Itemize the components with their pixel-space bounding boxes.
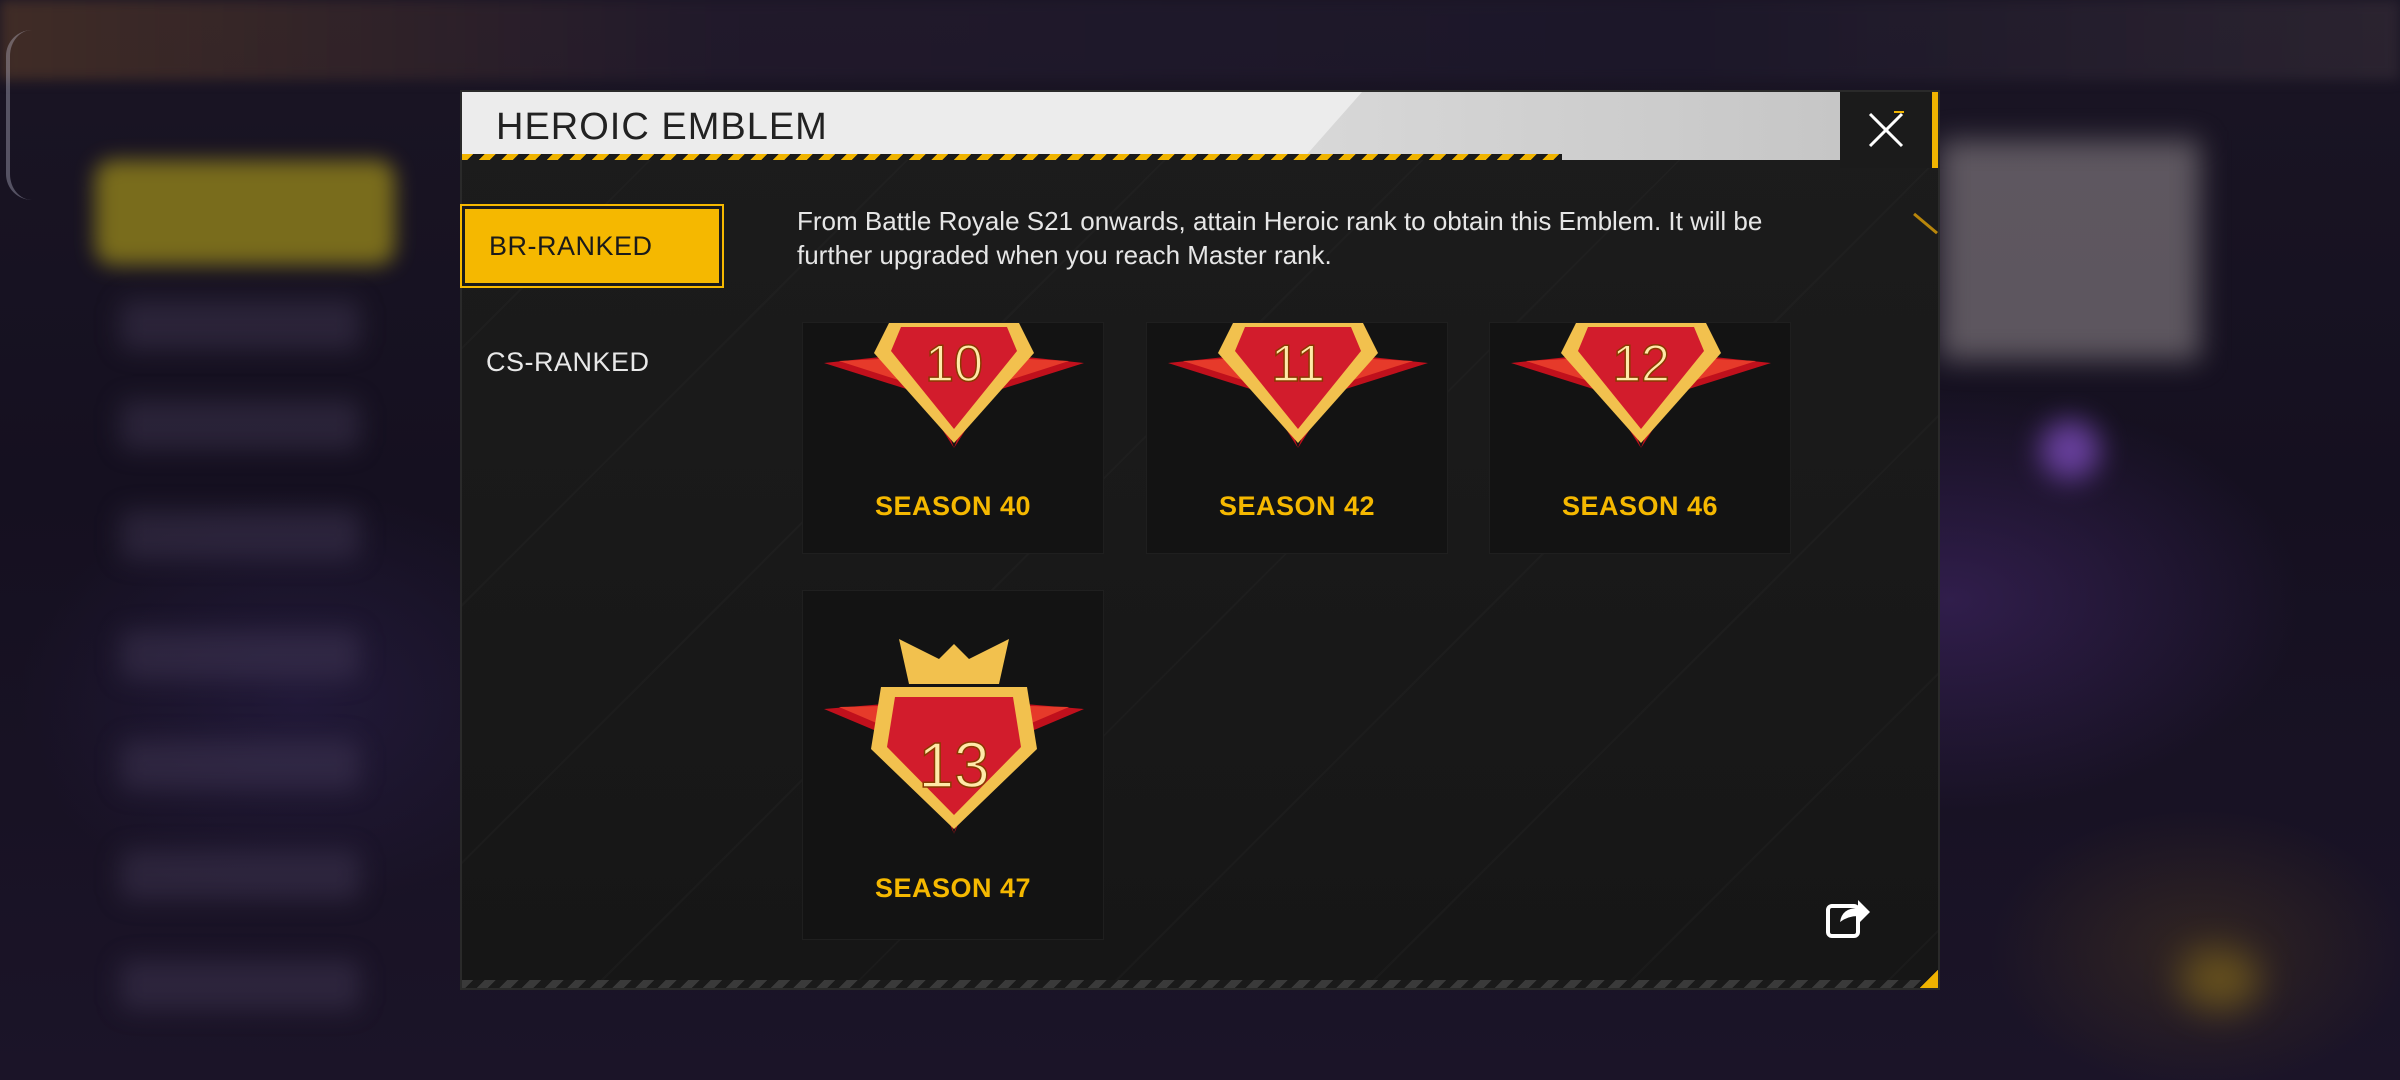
background-item bbox=[120, 960, 360, 1010]
heroic-emblem-dialog: HEROIC EMBLEM BR-RANKED CS-RANKED From B… bbox=[460, 90, 1940, 990]
emblem-card-season-46[interactable]: 12 SEASON 46 bbox=[1489, 322, 1791, 554]
corner-accent bbox=[1895, 212, 1938, 255]
svg-text:10: 10 bbox=[925, 335, 983, 393]
corner-accent bbox=[1920, 970, 1938, 988]
close-button[interactable] bbox=[1840, 92, 1938, 168]
background-panel bbox=[1940, 140, 2200, 360]
background-orb bbox=[2040, 420, 2100, 480]
season-label: SEASON 42 bbox=[1218, 491, 1376, 521]
emblem-card-season-42[interactable]: 11 SEASON 42 bbox=[1146, 322, 1448, 554]
background-highlight bbox=[95, 160, 395, 265]
background-item bbox=[120, 740, 360, 790]
background-item bbox=[120, 510, 360, 560]
share-icon bbox=[1826, 900, 1870, 938]
background-item bbox=[120, 850, 360, 900]
emblem-card-season-40[interactable]: 10 SEASON 40 bbox=[802, 322, 1104, 554]
background-item bbox=[120, 400, 360, 450]
heroic-emblem-icon: 11 bbox=[1168, 323, 1428, 448]
emblem-description: From Battle Royale S21 onwards, attain H… bbox=[797, 206, 1763, 270]
dialog-title: HEROIC EMBLEM bbox=[496, 106, 828, 148]
season-label: SEASON 47 bbox=[874, 873, 1032, 903]
season-label: SEASON 46 bbox=[1561, 491, 1719, 521]
tab-br-ranked[interactable]: BR-RANKED bbox=[460, 204, 724, 288]
svg-text:11: 11 bbox=[1271, 335, 1325, 393]
title-hazard-stripe bbox=[462, 154, 1562, 160]
season-label: SEASON 40 bbox=[874, 491, 1032, 521]
close-icon bbox=[1868, 111, 1904, 148]
tab-label: BR-RANKED bbox=[489, 230, 653, 261]
title-bar: HEROIC EMBLEM bbox=[462, 92, 1842, 160]
background-item bbox=[120, 630, 360, 680]
background-item bbox=[120, 300, 360, 350]
emblem-card-season-47[interactable]: 13 SEASON 47 bbox=[802, 590, 1104, 940]
tab-label: CS-RANKED bbox=[486, 346, 650, 377]
heroic-emblem-master-icon: 13 bbox=[824, 639, 1084, 834]
background-top-bar bbox=[0, 0, 2400, 80]
heroic-emblem-icon: 12 bbox=[1511, 323, 1771, 448]
tab-cs-ranked[interactable]: CS-RANKED bbox=[462, 322, 722, 402]
svg-text:13: 13 bbox=[918, 729, 989, 801]
background-arc bbox=[6, 30, 32, 200]
title-decoration bbox=[1302, 92, 1842, 160]
background-orb bbox=[2180, 950, 2260, 1010]
share-button[interactable] bbox=[1824, 892, 1872, 940]
bottom-hazard-stripe bbox=[462, 980, 1938, 988]
heroic-emblem-icon: 10 bbox=[824, 323, 1084, 448]
svg-text:12: 12 bbox=[1612, 335, 1670, 393]
